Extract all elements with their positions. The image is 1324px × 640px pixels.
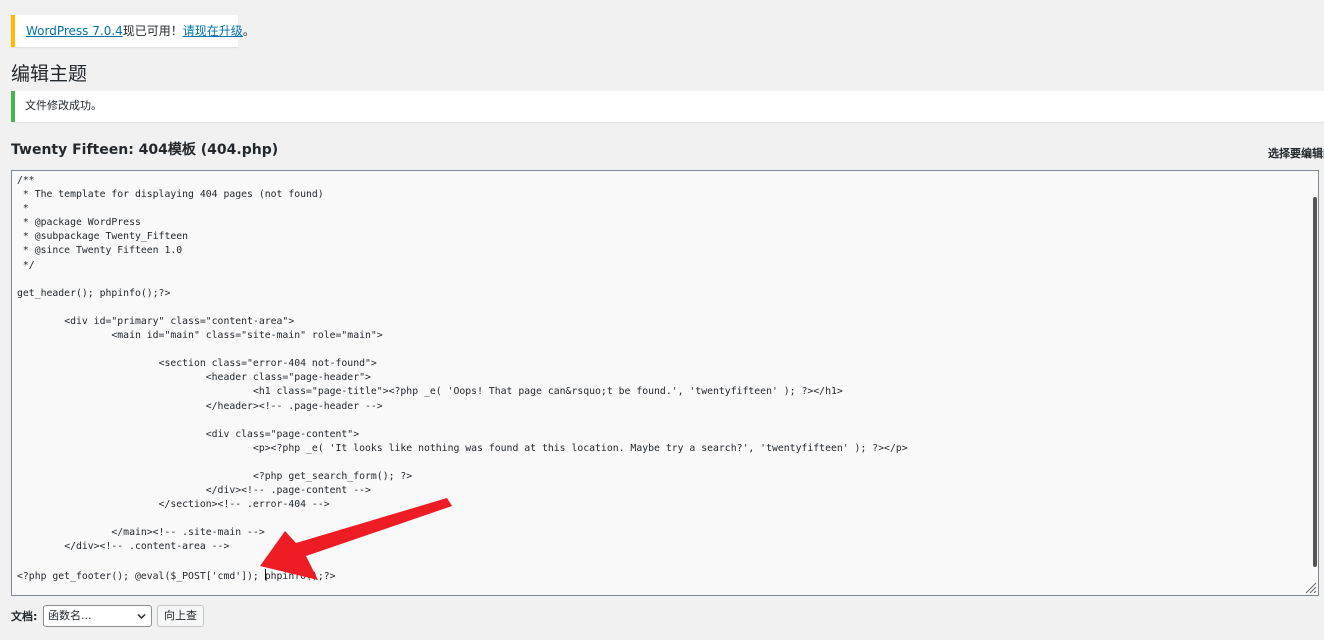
update-notice-text: 现已可用！ — [122, 24, 183, 38]
documentation-label: 文档: — [11, 610, 38, 623]
editor-scrollbar[interactable] — [1312, 171, 1318, 595]
page-title: 编辑主题 — [11, 63, 88, 85]
scrollbar-thumb[interactable] — [1313, 197, 1317, 567]
file-title: Twenty Fifteen: 404模板 (404.php) — [11, 142, 279, 158]
update-notice: WordPress 7.0.4现已可用！请现在升级。 — [11, 15, 255, 47]
success-notice: 文件修改成功。 — [11, 91, 1324, 122]
resize-handle-icon[interactable] — [1304, 581, 1317, 594]
code-text: /** * The template for displaying 404 pa… — [17, 175, 908, 582]
lookup-button[interactable]: 向上查 — [157, 605, 204, 627]
wordpress-version-link[interactable]: WordPress 7.0.4 — [26, 24, 123, 38]
success-notice-text: 文件修改成功。 — [25, 99, 102, 112]
code-editor[interactable]: /** * The template for displaying 404 pa… — [11, 170, 1319, 596]
code-content[interactable]: /** * The template for displaying 404 pa… — [17, 174, 908, 584]
function-name-select-value: 函数名... — [48, 609, 92, 622]
update-notice-end: 。 — [242, 24, 255, 38]
upgrade-now-link[interactable]: 请现在升级 — [183, 24, 243, 38]
select-theme-label: 选择要编辑的 — [1268, 147, 1324, 160]
function-name-select[interactable]: 函数名... — [43, 605, 152, 627]
code-text-end: phpinfo();?> — [264, 570, 336, 582]
chevron-down-icon — [137, 613, 146, 620]
